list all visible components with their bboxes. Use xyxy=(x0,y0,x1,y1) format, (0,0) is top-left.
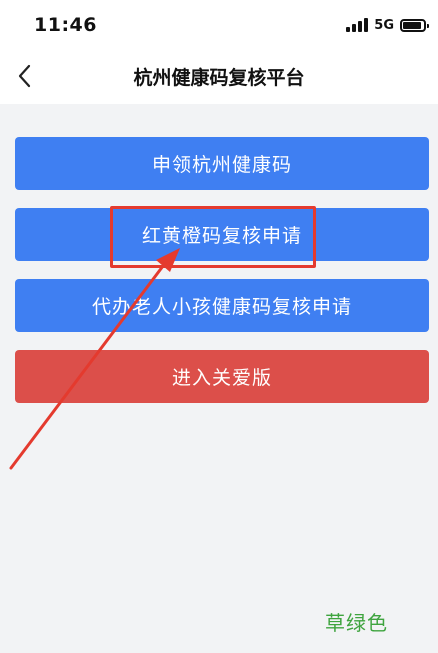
status-bar: 11:46 5G xyxy=(0,0,438,50)
status-time: 11:46 xyxy=(34,14,97,36)
page-title: 杭州健康码复核平台 xyxy=(133,67,305,89)
highlight-box xyxy=(110,206,316,268)
signal-icon xyxy=(346,18,369,32)
apply-health-code-button[interactable]: 申领杭州健康码 xyxy=(15,137,429,190)
watermark-text: 草绿色 xyxy=(325,611,388,635)
network-label: 5G xyxy=(374,17,394,33)
battery-icon xyxy=(400,18,429,32)
status-indicators: 5G xyxy=(346,15,429,35)
menu-list: 申领杭州健康码 红黄橙码复核申请 代办老人小孩健康码复核申请 进入关爱版 xyxy=(15,137,429,421)
proxy-review-request-button[interactable]: 代办老人小孩健康码复核申请 xyxy=(15,279,429,332)
nav-bar: 杭州健康码复核平台 xyxy=(0,50,438,104)
care-mode-button[interactable]: 进入关爱版 xyxy=(15,350,429,403)
